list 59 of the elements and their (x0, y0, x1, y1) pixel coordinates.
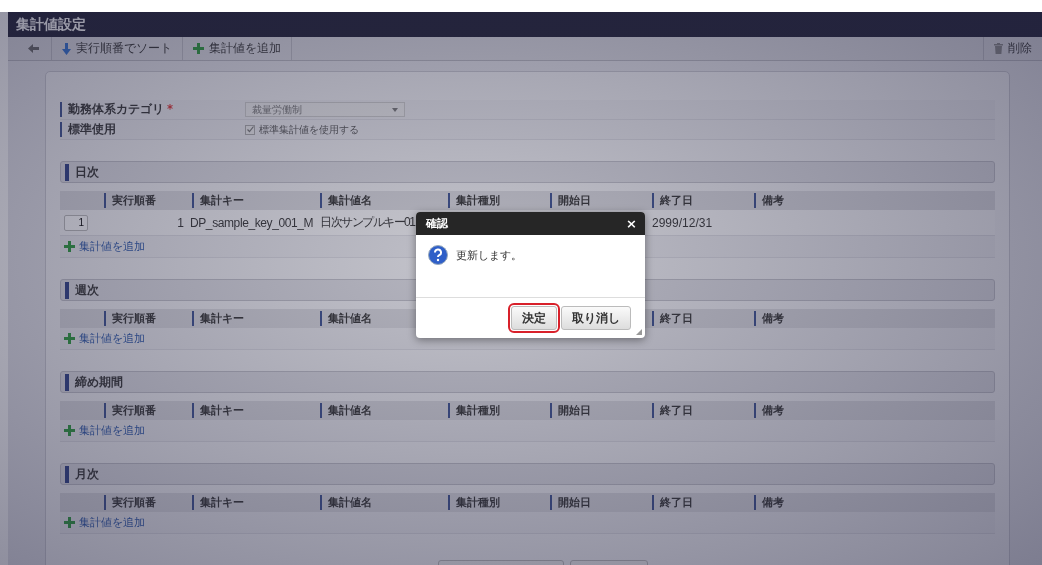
column-header: 集計種別 (448, 193, 546, 208)
plus-icon (64, 425, 75, 436)
column-header: 備考 (754, 495, 995, 510)
close-button[interactable]: × (626, 216, 637, 231)
order-input[interactable]: 1 (64, 214, 88, 231)
column-header: 終了日 (652, 311, 750, 326)
column-header: 集計値名 (320, 403, 444, 418)
table-cell-text: 1 (176, 215, 185, 230)
column-header: 備考 (754, 403, 995, 418)
question-icon (428, 245, 448, 265)
column-header: 集計キー (192, 495, 316, 510)
column-header: 集計キー (192, 193, 316, 208)
trash-icon (994, 43, 1003, 54)
dialog-message: 更新します。 (456, 248, 522, 263)
plus-icon (64, 241, 75, 252)
confirm-button[interactable]: 決定 (511, 306, 557, 330)
column-header: 集計値名 (320, 193, 444, 208)
cancel-button[interactable]: 取り消し (561, 306, 631, 330)
add-link[interactable]: 集計値を追加 (64, 331, 145, 346)
delete-button[interactable]: 削除 (983, 37, 1042, 60)
plus-icon (193, 43, 204, 54)
add-button[interactable]: 集計値を追加 (183, 37, 292, 60)
column-header: 実行順番 (104, 495, 188, 510)
column-header: 集計種別 (448, 403, 546, 418)
table-cell-text: 日次サンプルキー01 (319, 214, 416, 231)
add-link[interactable]: 集計値を追加 (64, 423, 145, 438)
column-header: 実行順番 (104, 311, 188, 326)
column-header: 開始日 (550, 403, 648, 418)
column-header: 備考 (754, 311, 995, 326)
plus-icon (64, 333, 75, 344)
plus-icon (64, 517, 75, 528)
section-header: 日次 (60, 161, 995, 183)
add-link[interactable]: 集計値を追加 (64, 239, 145, 254)
checkbox-label: 標準集計値を使用する (259, 122, 359, 137)
table-cell-text: DP_sample_key_001_M (189, 215, 315, 230)
column-header: 備考 (754, 193, 995, 208)
window-title: 集計値設定 (8, 12, 1042, 37)
column-header: 集計キー (192, 311, 316, 326)
column-header: 実行順番 (104, 403, 188, 418)
column-header: 開始日 (550, 193, 648, 208)
category-select[interactable]: 裁量労働制 (245, 102, 405, 117)
column-header: 集計種別 (448, 495, 546, 510)
checkbox[interactable] (245, 124, 255, 135)
add-link[interactable]: 集計値を追加 (64, 515, 145, 530)
column-header: 集計値名 (320, 495, 444, 510)
dialog-title: 確認 (426, 216, 448, 231)
column-header: 終了日 (652, 403, 750, 418)
column-header: 開始日 (550, 495, 648, 510)
down-arrow-icon (62, 42, 71, 55)
section-header: 月次 (60, 463, 995, 485)
column-header: 終了日 (652, 193, 750, 208)
back-arrow-icon (28, 44, 39, 53)
sort-button[interactable]: 実行順番でソート (52, 37, 183, 60)
dropdown-caret-icon (392, 107, 398, 112)
column-header: 実行順番 (104, 193, 188, 208)
section-header: 締め期間 (60, 371, 995, 393)
column-header: 集計キー (192, 403, 316, 418)
column-header: 終了日 (652, 495, 750, 510)
table-cell-text: 2999/12/31 (651, 215, 714, 230)
